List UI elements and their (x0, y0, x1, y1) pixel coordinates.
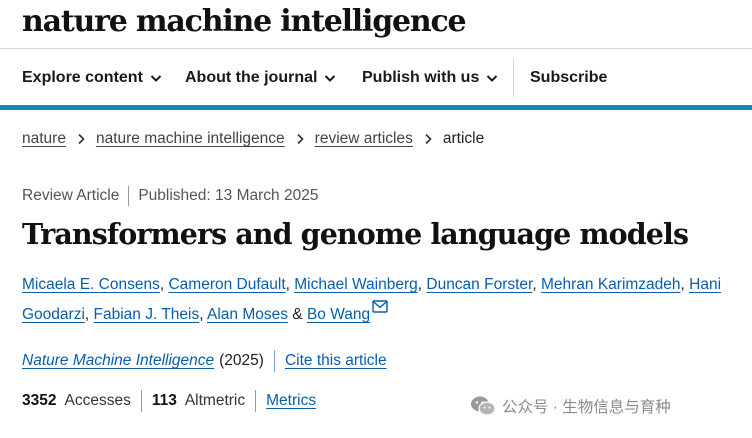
article-meta: Review Article Published: 13 March 2025 (22, 186, 318, 206)
publication-year: (2025) (219, 352, 264, 369)
meta-divider (128, 186, 130, 206)
author-link[interactable]: Micaela E. Consens (22, 276, 160, 293)
article-metrics: 3352 Accesses 113 Altmetric Metrics (22, 390, 316, 412)
metrics-divider (255, 390, 257, 412)
altmetric-count: 113 (151, 392, 177, 409)
chevron-down-icon (325, 75, 336, 82)
author-link[interactable]: Mehran Karimzadeh (541, 276, 681, 293)
nav-divider (513, 59, 514, 97)
wechat-watermark: 公众号 · 生物信息与育种 (470, 395, 671, 417)
chevron-right-icon (297, 133, 304, 145)
accesses-label: Accesses (64, 392, 131, 409)
author-link[interactable]: Cameron Dufault (168, 276, 285, 293)
breadcrumb: nature nature machine intelligence revie… (22, 130, 484, 148)
nav-about-journal[interactable]: About the journal (185, 61, 337, 95)
nav-subscribe[interactable]: Subscribe (530, 61, 607, 95)
nav-label: About the journal (185, 69, 318, 86)
article-title: Transformers and genome language models (22, 217, 689, 251)
breadcrumb-nature[interactable]: nature (22, 130, 66, 148)
published-date: Published: 13 March 2025 (138, 187, 319, 204)
author-link[interactable]: Bo Wang (307, 306, 370, 323)
journal-link[interactable]: Nature Machine Intelligence (22, 352, 214, 370)
breadcrumb-review-articles[interactable]: review articles (315, 130, 413, 148)
envelope-icon[interactable] (372, 300, 388, 313)
wechat-icon (471, 396, 496, 416)
nav-label: Publish with us (362, 69, 480, 86)
citation-divider (273, 350, 275, 372)
nav-label: Explore content (22, 69, 143, 86)
breadcrumb-journal[interactable]: nature machine intelligence (96, 130, 285, 148)
nav-publish-with-us[interactable]: Publish with us (362, 61, 499, 95)
main-nav: Explore content About the journal Publis… (0, 48, 752, 107)
author-link[interactable]: Duncan Forster (426, 276, 532, 293)
author-link[interactable]: Alan Moses (207, 306, 288, 323)
chevron-right-icon (425, 133, 432, 145)
journal-logo[interactable]: nature machine intelligence (22, 2, 467, 42)
chevron-right-icon (78, 133, 85, 145)
watermark-text: 公众号 · 生物信息与育种 (502, 399, 671, 416)
chevron-down-icon (487, 75, 498, 82)
cite-this-article-link[interactable]: Cite this article (285, 352, 387, 370)
nav-label: Subscribe (530, 69, 608, 86)
nav-explore-content[interactable]: Explore content (22, 61, 163, 95)
metrics-divider (140, 390, 142, 412)
citation-line: Nature Machine Intelligence (2025) Cite … (22, 350, 387, 372)
breadcrumb-current: article (442, 130, 485, 147)
author-link[interactable]: Michael Wainberg (294, 276, 417, 293)
accesses-count: 3352 (22, 392, 57, 409)
altmetric-label: Altmetric (184, 392, 246, 409)
metrics-link[interactable]: Metrics (266, 392, 316, 410)
author-list: Micaela E. Consens, Cameron Dufault, Mic… (22, 276, 722, 323)
chevron-down-icon (150, 75, 162, 82)
author-link[interactable]: Fabian J. Theis (94, 306, 200, 323)
article-type: Review Article (22, 187, 120, 204)
nav-accent-bar (0, 105, 752, 110)
author-and: & (292, 306, 303, 323)
